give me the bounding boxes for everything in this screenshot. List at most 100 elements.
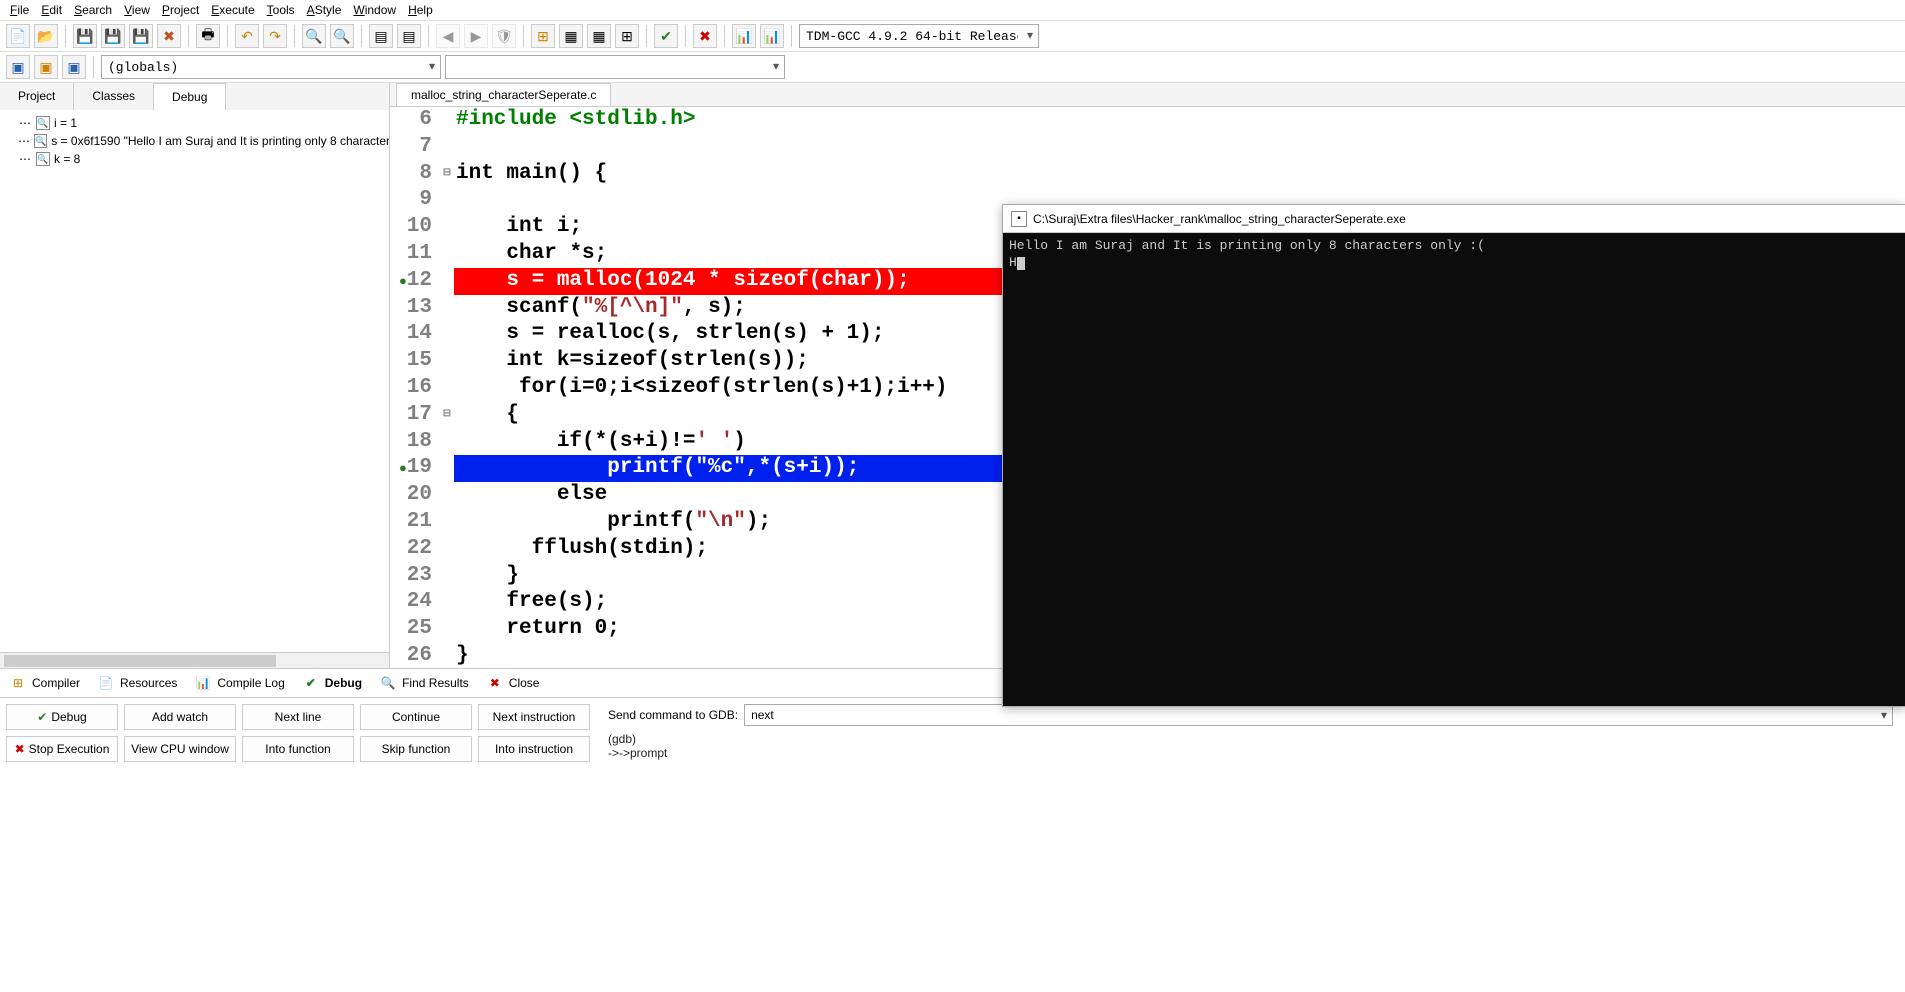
left-tab-classes[interactable]: Classes	[74, 83, 154, 110]
left-tab-project[interactable]: Project	[0, 83, 74, 110]
redo-icon[interactable]: ↷	[263, 24, 287, 48]
debug-icon: ✔	[37, 710, 47, 724]
menu-view[interactable]: View	[124, 3, 150, 17]
left-tabs: ProjectClassesDebug	[0, 83, 389, 110]
nav-back-icon[interactable]: ◀	[436, 24, 460, 48]
rebuild-icon[interactable]: ⊞	[615, 24, 639, 48]
menu-execute[interactable]: Execute	[211, 3, 254, 17]
watch-text: s = 0x6f1590 "Hello I am Suraj and It is…	[51, 134, 389, 148]
console-window[interactable]: ▪ C:\Suraj\Extra files\Hacker_rank\mallo…	[1002, 204, 1905, 707]
tree-node-icon: ⋯	[18, 152, 32, 166]
goto-icon[interactable]: ▤	[369, 24, 393, 48]
save-icon[interactable]: 💾	[73, 24, 97, 48]
print-icon[interactable]: 🖶	[196, 24, 220, 48]
tree-node-icon: ⋯	[18, 134, 30, 148]
dbg-btn-next-instruction[interactable]: Next instruction	[478, 704, 590, 730]
dbg-btn-into-function[interactable]: Into function	[242, 736, 354, 762]
dbg-btn-continue[interactable]: Continue	[360, 704, 472, 730]
dbg-btn-next-line[interactable]: Next line	[242, 704, 354, 730]
main-toolbar: 📄 📂 💾 💾 💾 ✖ 🖶 ↶ ↷ 🔍 🔍 ▤ ▤ ◀ ▶ 🛡 ⊞ ▦ ▦ ⊞ …	[0, 21, 1905, 52]
compiler-icon: ⊞	[10, 675, 26, 691]
fold-column[interactable]: ⊟⊟	[440, 107, 454, 668]
menu-project[interactable]: Project	[162, 3, 199, 17]
compiler-select[interactable]	[799, 24, 1039, 48]
new-class-icon[interactable]: ▣	[6, 55, 30, 79]
scope-toolbar: ▣ ▣ ▣	[0, 52, 1905, 83]
magnifier-icon: 🔍	[36, 152, 50, 166]
open-file-icon[interactable]: 📂	[34, 24, 58, 48]
close-icon: ✖	[487, 675, 503, 691]
bottom-tab-resources[interactable]: 📄Resources	[98, 675, 177, 691]
dbg-btn-debug[interactable]: ✔Debug	[6, 704, 118, 730]
gdb-label: Send command to GDB:	[608, 708, 738, 722]
save-as-icon[interactable]: 💾	[129, 24, 153, 48]
dbg-btn-add-watch[interactable]: Add watch	[124, 704, 236, 730]
delete-profile-icon[interactable]: 📊	[760, 24, 784, 48]
scope-select[interactable]	[101, 55, 441, 79]
bottom-tab-find-results[interactable]: 🔍Find Results	[380, 675, 469, 691]
left-panel: ProjectClassesDebug ⋯🔍i = 1⋯🔍s = 0x6f159…	[0, 83, 390, 668]
watch-text: k = 8	[54, 152, 80, 166]
bottom-tab-compiler[interactable]: ⊞Compiler	[10, 675, 80, 691]
debug-check-icon[interactable]: ✔	[654, 24, 678, 48]
console-output: Hello I am Suraj and It is printing only…	[1003, 233, 1905, 275]
menu-help[interactable]: Help	[408, 3, 433, 17]
gdb-output: (gdb)->->prompt	[608, 732, 1893, 760]
undo-icon[interactable]: ↶	[235, 24, 259, 48]
resources-icon: 📄	[98, 675, 114, 691]
watch-item[interactable]: ⋯ 🔍 k = 8	[4, 150, 385, 168]
debug-icon: ✔	[303, 675, 319, 691]
gdb-input[interactable]	[744, 704, 1893, 726]
console-app-icon: ▪	[1011, 211, 1027, 227]
compile-run-icon[interactable]: ▦	[587, 24, 611, 48]
debug-panel: ✔DebugAdd watchNext lineContinueNext ins…	[0, 697, 1905, 768]
dbg-btn-view-cpu-window[interactable]: View CPU window	[124, 736, 236, 762]
file-tabs: malloc_string_characterSeperate.c	[390, 83, 1905, 107]
compile log-icon: 📊	[195, 675, 211, 691]
bottom-tab-close[interactable]: ✖Close	[487, 675, 540, 691]
left-tab-debug[interactable]: Debug	[154, 83, 226, 110]
new-file-icon[interactable]: 📄	[6, 24, 30, 48]
debug-buttons: ✔DebugAdd watchNext lineContinueNext ins…	[0, 698, 596, 768]
replace-icon[interactable]: 🔍	[330, 24, 354, 48]
menu-window[interactable]: Window	[353, 3, 396, 17]
menu-edit[interactable]: Edit	[41, 3, 62, 17]
watch-text: i = 1	[54, 116, 77, 130]
function-select[interactable]	[445, 55, 785, 79]
menu-search[interactable]: Search	[74, 3, 112, 17]
tree-node-icon: ⋯	[18, 116, 32, 130]
find-icon[interactable]: 🔍	[302, 24, 326, 48]
save-all-icon[interactable]: 💾	[101, 24, 125, 48]
insert-icon[interactable]: ▣	[34, 55, 58, 79]
magnifier-icon: 🔍	[36, 116, 50, 130]
gdb-area: Send command to GDB: (gdb)->->prompt	[596, 698, 1905, 768]
shield-icon[interactable]: 🛡	[492, 24, 516, 48]
horizontal-scrollbar[interactable]	[0, 652, 389, 668]
magnifier-icon: 🔍	[34, 134, 47, 148]
watch-item[interactable]: ⋯🔍s = 0x6f1590 "Hello I am Suraj and It …	[4, 132, 385, 150]
bottom-tab-compile-log[interactable]: 📊Compile Log	[195, 675, 284, 691]
menu-tools[interactable]: Tools	[267, 3, 295, 17]
watch-tree[interactable]: ⋯🔍i = 1⋯🔍s = 0x6f1590 "Hello I am Suraj …	[0, 110, 389, 652]
dbg-btn-stop-execution[interactable]: ✖Stop Execution	[6, 736, 118, 762]
profile-icon[interactable]: 📊	[732, 24, 756, 48]
toggle-icon[interactable]: ▣	[62, 55, 86, 79]
run-icon[interactable]: ▦	[559, 24, 583, 48]
stop-icon[interactable]: ✖	[693, 24, 717, 48]
compile-icon[interactable]: ⊞	[531, 24, 555, 48]
menu-file[interactable]: File	[10, 3, 29, 17]
menu-astyle[interactable]: AStyle	[307, 3, 342, 17]
nav-fwd-icon[interactable]: ▶	[464, 24, 488, 48]
file-tab[interactable]: malloc_string_characterSeperate.c	[396, 83, 611, 106]
dbg-btn-skip-function[interactable]: Skip function	[360, 736, 472, 762]
watch-item[interactable]: ⋯ 🔍 i = 1	[4, 114, 385, 132]
menu-bar: File Edit Search View Project Execute Tools ASt…	[0, 0, 1905, 21]
bookmark-icon[interactable]: ▤	[397, 24, 421, 48]
console-titlebar[interactable]: ▪ C:\Suraj\Extra files\Hacker_rank\mallo…	[1003, 205, 1905, 233]
bottom-tab-debug[interactable]: ✔Debug	[303, 675, 362, 691]
stop execution-icon: ✖	[15, 742, 25, 756]
dbg-btn-into-instruction[interactable]: Into instruction	[478, 736, 590, 762]
close-file-icon[interactable]: ✖	[157, 24, 181, 48]
line-gutter: 67891011●12131415161718●1920212223242526…	[390, 107, 440, 668]
find results-icon: 🔍	[380, 675, 396, 691]
